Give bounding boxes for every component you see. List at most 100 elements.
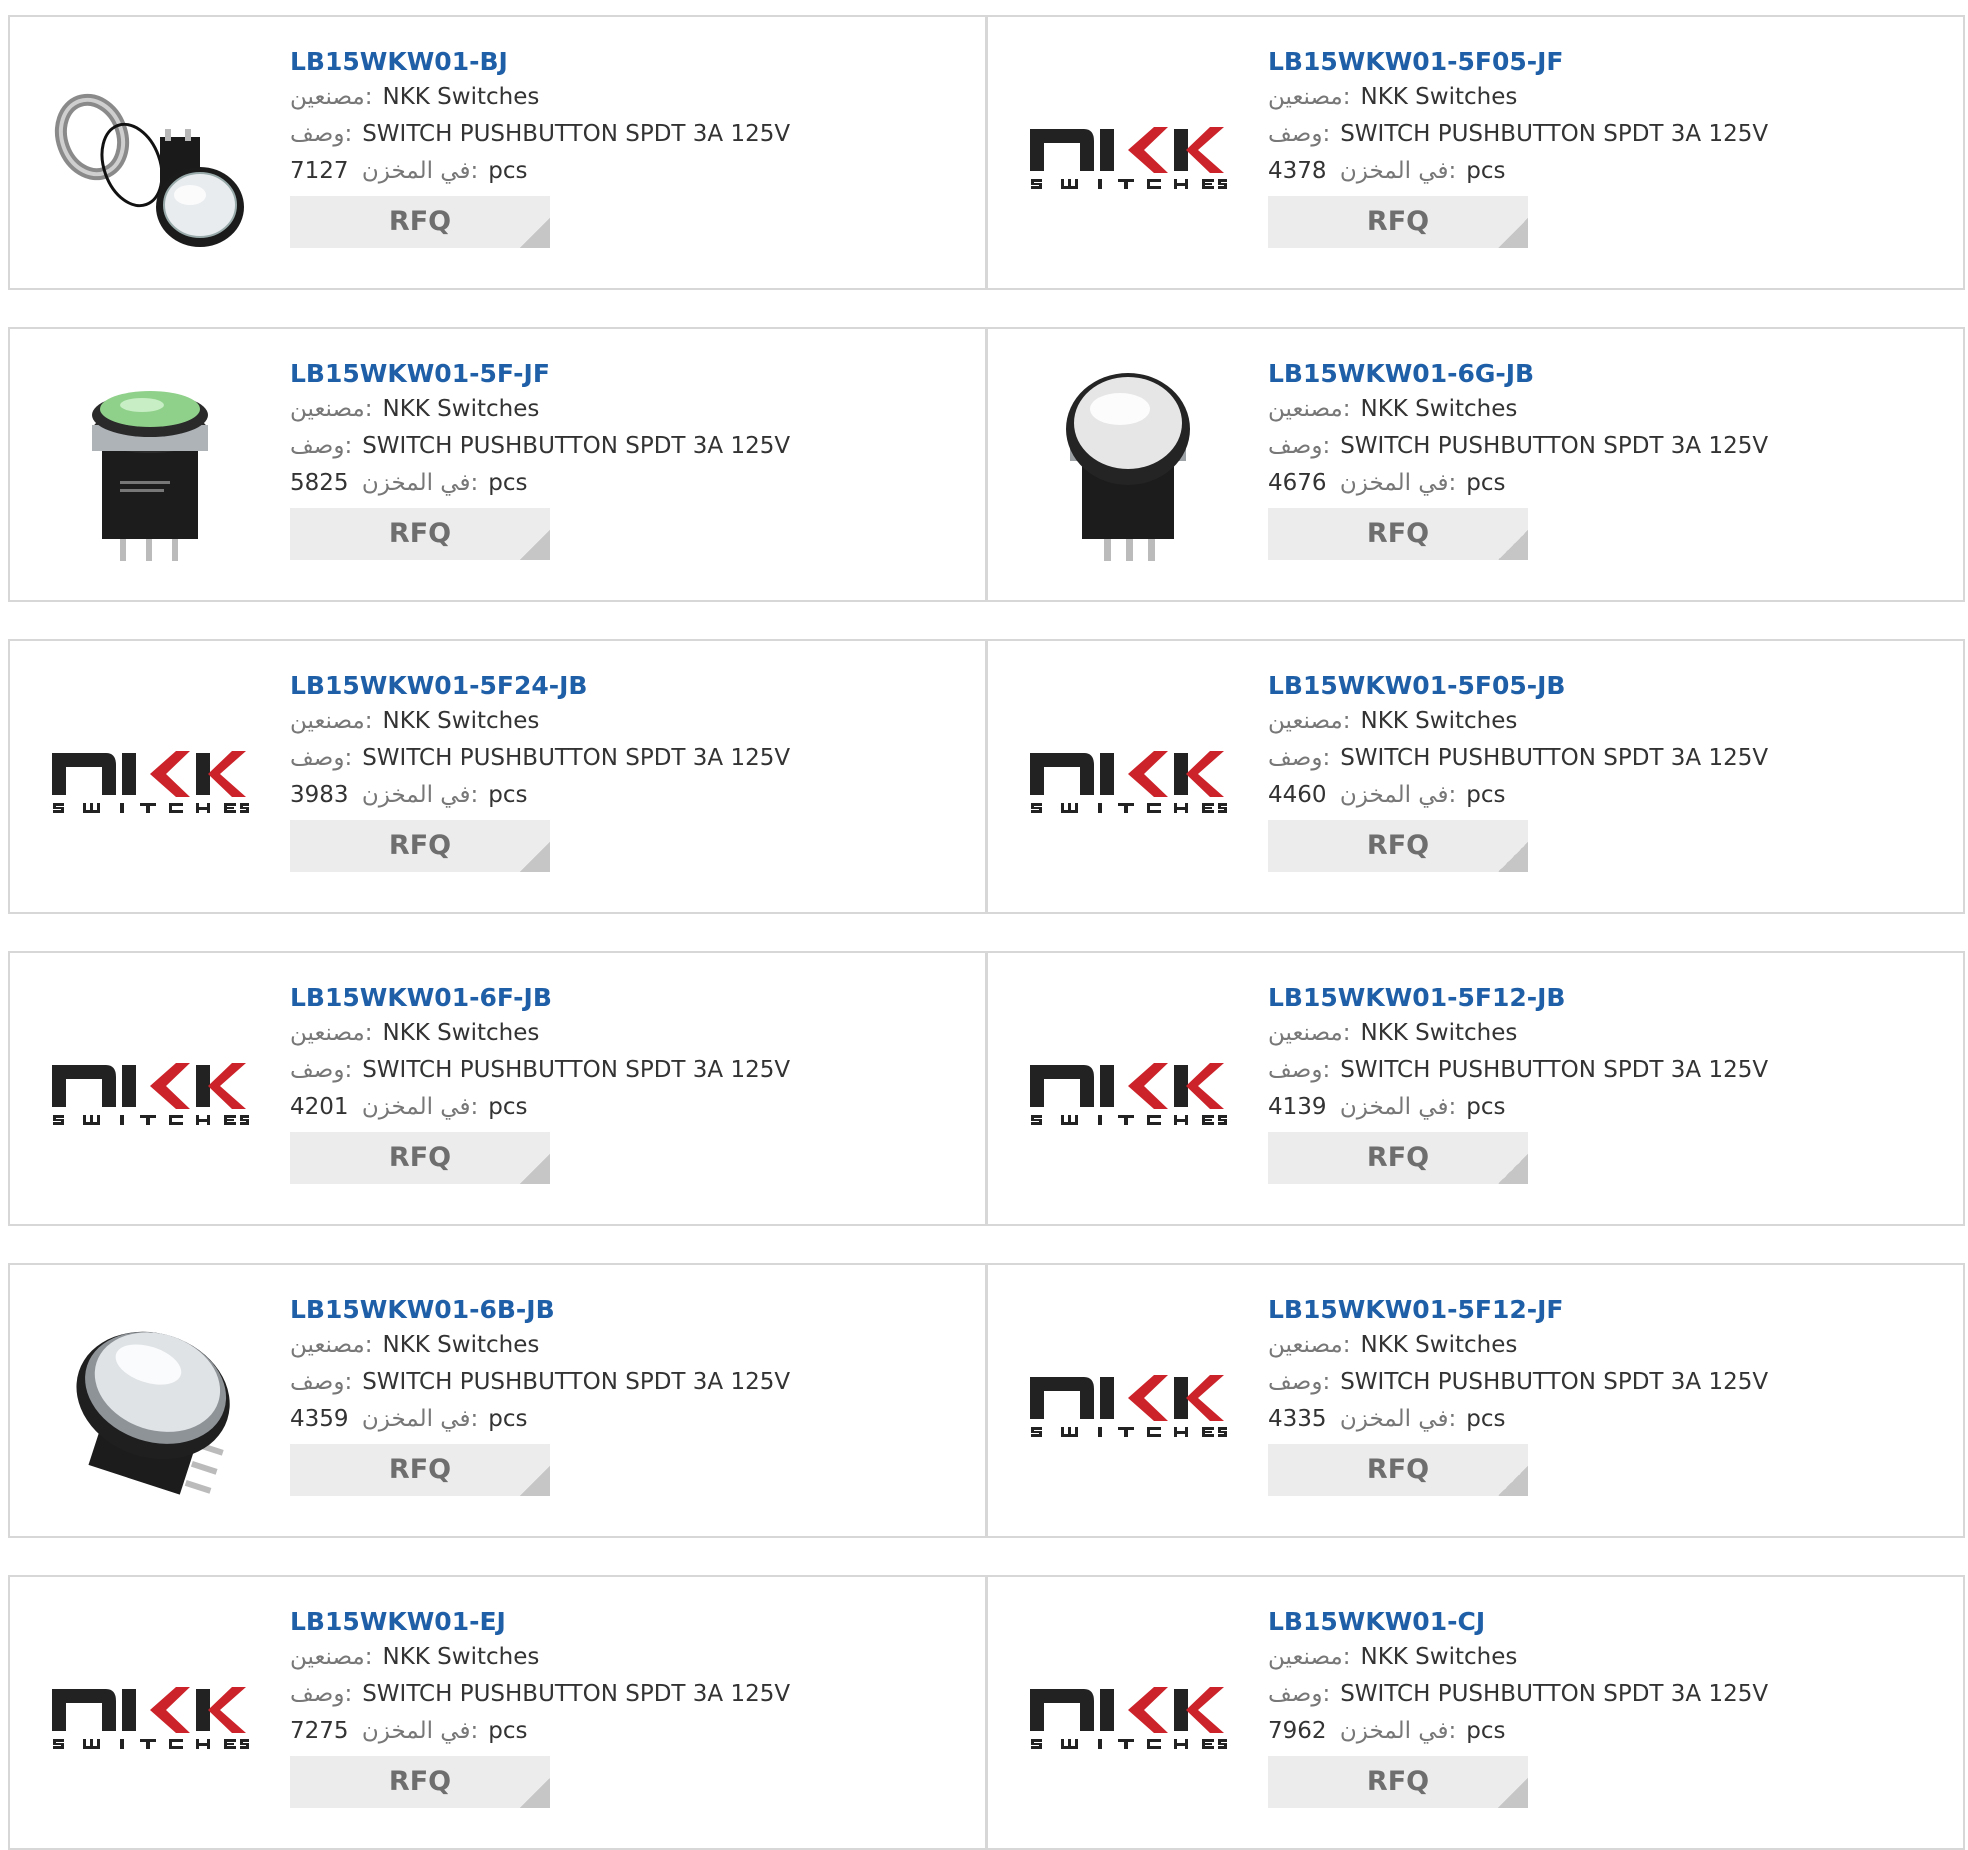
stock-row: 5825 في المخزن: pcs [290,465,965,502]
description-row: وصف: SWITCH PUSHBUTTON SPDT 3A 125V [290,1052,965,1089]
part-number-link[interactable]: LB15WKW01-5F24-JB [290,669,965,703]
part-number-link[interactable]: LB15WKW01-5F05-JF [1268,45,1943,79]
product-card: LB15WKW01-BJ مصنعين: NKK Switches وصف: SWI… [8,15,987,290]
product-info: LB15WKW01-CJ مصنعين: NKK Switches وصف: SWI… [1268,1605,1943,1808]
nkk-switches-logo[interactable] [1028,1305,1228,1505]
rfq-button[interactable]: RFQ [290,1756,550,1808]
manufacturer-value: NKK Switches [382,708,540,734]
description-value: SWITCH PUSHBUTTON SPDT 3A 125V [362,1681,791,1707]
stock-row: 4139 في المخزن: pcs [1268,1089,1943,1126]
stock-value: 7127 [290,158,349,184]
rfq-corner-decoration [1498,530,1528,560]
description-label: وصف: [290,121,353,147]
manufacturer-row: مصنعين: NKK Switches [1268,1015,1943,1052]
manufacturer-row: مصنعين: NKK Switches [290,391,965,428]
stock-value: 4359 [290,1406,349,1432]
manufacturer-row: مصنعين: NKK Switches [1268,1327,1943,1364]
stock-unit: pcs [1466,1406,1506,1432]
manufacturer-label: مصنعين: [1268,1332,1351,1358]
rfq-button[interactable]: RFQ [1268,820,1528,872]
description-row: وصف: SWITCH PUSHBUTTON SPDT 3A 125V [290,740,965,777]
stock-row: 4460 في المخزن: pcs [1268,777,1943,814]
stock-label: في المخزن: [361,1094,479,1120]
description-value: SWITCH PUSHBUTTON SPDT 3A 125V [1340,1057,1769,1083]
rfq-button[interactable]: RFQ [290,196,550,248]
product-info: LB15WKW01-5F24-JB مصنعين: NKK Switches وص… [290,669,965,872]
part-number-link[interactable]: LB15WKW01-BJ [290,45,965,79]
description-row: وصف: SWITCH PUSHBUTTON SPDT 3A 125V [290,428,965,465]
stock-label: في المخزن: [1339,1094,1457,1120]
rfq-button[interactable]: RFQ [1268,1132,1528,1184]
product-image[interactable] [1028,369,1228,569]
manufacturer-value: NKK Switches [1360,708,1518,734]
product-card: LB15WKW01-5F24-JB مصنعين: NKK Switches وص… [8,639,987,914]
stock-label: في المخزن: [361,1406,479,1432]
part-number-link[interactable]: LB15WKW01-5F05-JB [1268,669,1943,703]
product-info: LB15WKW01-6G-JB مصنعين: NKK Switches وصف:… [1268,357,1943,560]
manufacturer-row: مصنعين: NKK Switches [1268,703,1943,740]
part-number-link[interactable]: LB15WKW01-6G-JB [1268,357,1943,391]
manufacturer-value: NKK Switches [382,84,540,110]
part-number-link[interactable]: LB15WKW01-6F-JB [290,981,965,1015]
stock-value: 4460 [1268,782,1327,808]
nkk-switches-logo[interactable] [1028,681,1228,881]
rfq-button[interactable]: RFQ [1268,508,1528,560]
nkk-switches-logo[interactable] [1028,1617,1228,1817]
pushbutton-photo-icon [76,1331,230,1495]
stock-label: في المخزن: [1339,782,1457,808]
nkk-switches-logo[interactable] [1028,57,1228,257]
product-card: LB15WKW01-EJ مصنعين: NKK Switches وصف: SWI… [8,1575,987,1850]
nkk-logo-icon [1030,127,1227,189]
pushbutton-photo-icon [1066,373,1190,561]
manufacturer-label: مصنعين: [290,396,373,422]
rfq-label: RFQ [388,518,452,549]
nkk-switches-logo[interactable] [50,1617,250,1817]
stock-row: 4359 في المخزن: pcs [290,1401,965,1438]
stock-row: 7127 في المخزن: pcs [290,153,965,190]
manufacturer-label: مصنعين: [290,84,373,110]
stock-value: 4139 [1268,1094,1327,1120]
rfq-button[interactable]: RFQ [290,1132,550,1184]
stock-label: في المخزن: [1339,470,1457,496]
stock-label: في المخزن: [361,782,479,808]
rfq-button[interactable]: RFQ [1268,1756,1528,1808]
part-number-link[interactable]: LB15WKW01-CJ [1268,1605,1943,1639]
description-label: وصف: [1268,1681,1331,1707]
rfq-button[interactable]: RFQ [290,508,550,560]
manufacturer-value: NKK Switches [1360,1644,1518,1670]
stock-row: 3983 في المخزن: pcs [290,777,965,814]
rfq-corner-decoration [520,1466,550,1496]
part-number-link[interactable]: LB15WKW01-5F-JF [290,357,965,391]
part-number-link[interactable]: LB15WKW01-5F12-JF [1268,1293,1943,1327]
stock-label: في المخزن: [1339,1406,1457,1432]
rfq-button[interactable]: RFQ [290,820,550,872]
product-image[interactable] [50,1305,250,1505]
product-image[interactable] [50,57,250,257]
stock-label: في المخزن: [361,1718,479,1744]
product-info: LB15WKW01-5F05-JF مصنعين: NKK Switches وص… [1268,45,1943,248]
rfq-button[interactable]: RFQ [1268,1444,1528,1496]
manufacturer-value: NKK Switches [1360,84,1518,110]
nkk-logo-icon [1030,751,1227,813]
rfq-button[interactable]: RFQ [290,1444,550,1496]
nkk-switches-logo[interactable] [50,681,250,881]
product-image[interactable] [50,369,250,569]
nkk-switches-logo[interactable] [50,993,250,1193]
manufacturer-value: NKK Switches [382,1020,540,1046]
part-number-link[interactable]: LB15WKW01-5F12-JB [1268,981,1943,1015]
stock-unit: pcs [488,1718,528,1744]
nkk-switches-logo[interactable] [1028,993,1228,1193]
product-card: LB15WKW01-CJ مصنعين: NKK Switches وصف: SWI… [986,1575,1965,1850]
rfq-button[interactable]: RFQ [1268,196,1528,248]
part-number-link[interactable]: LB15WKW01-EJ [290,1605,965,1639]
manufacturer-value: NKK Switches [382,396,540,422]
part-number-link[interactable]: LB15WKW01-6B-JB [290,1293,965,1327]
rfq-corner-decoration [1498,1154,1528,1184]
product-info: LB15WKW01-6F-JB مصنعين: NKK Switches وصف:… [290,981,965,1184]
description-label: وصف: [1268,121,1331,147]
product-info: LB15WKW01-5F05-JB مصنعين: NKK Switches وص… [1268,669,1943,872]
product-card: LB15WKW01-6B-JB مصنعين: NKK Switches وصف:… [8,1263,987,1538]
pushbutton-photo-icon [54,93,244,247]
manufacturer-row: مصنعين: NKK Switches [290,703,965,740]
product-info: LB15WKW01-EJ مصنعين: NKK Switches وصف: SWI… [290,1605,965,1808]
